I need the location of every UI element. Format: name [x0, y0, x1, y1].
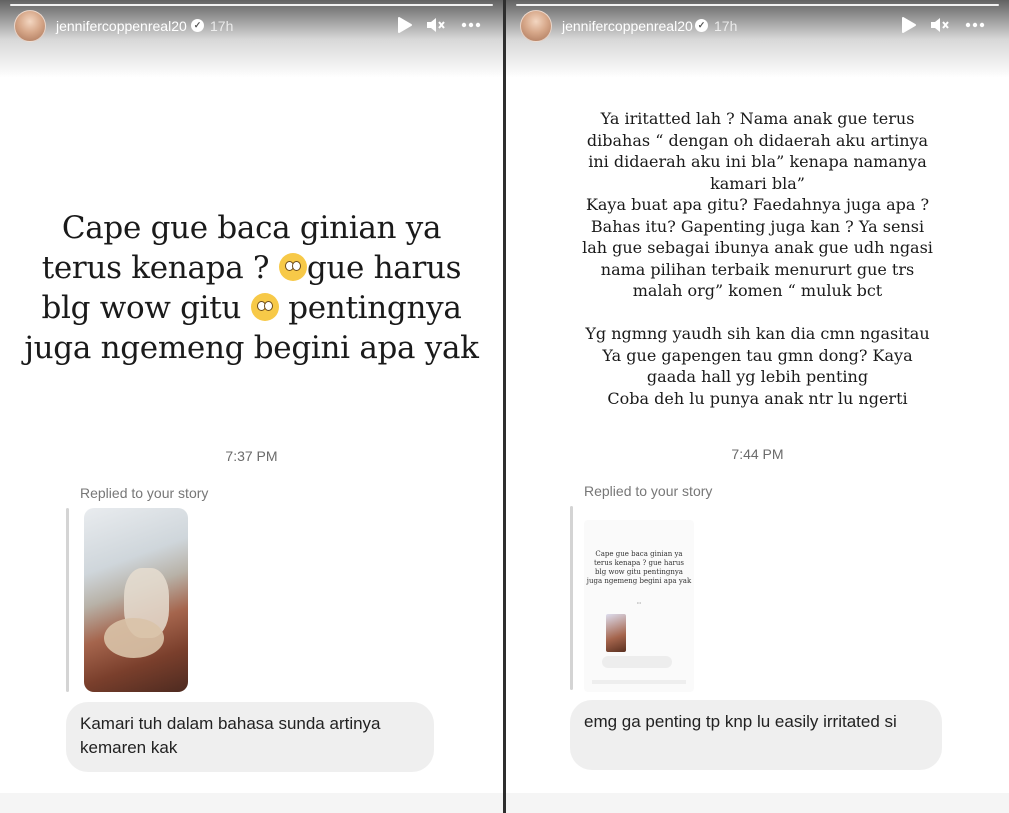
eye-roll-emoji-icon: [278, 253, 307, 281]
story-time-ago: 17h: [210, 18, 234, 34]
story-progress-bar: [516, 4, 999, 6]
story-text-line: Coba deh lu punya anak ntr lu ngerti: [607, 388, 908, 408]
story-text-line: kamari bla”: [710, 173, 805, 193]
story-panel-right: jennifercoppenreal20 ✓ 17h Ya iritatted …: [506, 0, 1009, 813]
story-text-line: Ya gue gapengen tau gmn dong? Kaya: [602, 345, 913, 365]
replied-label: Replied to your story: [584, 483, 713, 499]
verified-badge-icon: ✓: [191, 19, 204, 32]
story-text-line: gaada hall yg lebih penting: [646, 367, 869, 386]
story-text-line: Bahas itu? Gapenting juga kan ? Ya sensi: [590, 216, 925, 236]
story-header: jennifercoppenreal20 ✓ 17h: [0, 0, 503, 78]
story-footer: [0, 793, 503, 813]
story-footer: [506, 793, 1009, 813]
pleading-face-emoji-icon: [250, 293, 279, 321]
story-text-line: Ya iritatted lah ? Nama anak gue terus: [600, 109, 915, 128]
story-header: jennifercoppenreal20 ✓ 17h: [506, 0, 1009, 78]
mini-text-line: blg wow gitu pentingnya: [595, 568, 683, 576]
mini-text-line: juga ngemeng begini apa yak: [586, 577, 692, 585]
play-icon[interactable]: [897, 14, 919, 36]
mini-bubble: [602, 656, 672, 668]
story-text-line: ini didaerah aku ini bla” kenapa namanya: [588, 152, 927, 171]
mini-story-text: Cape gue baca ginian ya terus kenapa ? g…: [584, 550, 694, 586]
mini-timestamp: •••: [636, 600, 642, 605]
username[interactable]: jennifercoppenreal20: [56, 18, 187, 34]
story-text: Cape gue baca ginian ya terus kenapa ? g…: [0, 208, 503, 368]
reply-quote-bar: [570, 506, 573, 690]
story-text-line: malah org” komen “ muluk bct: [632, 281, 883, 300]
username[interactable]: jennifercoppenreal20: [562, 18, 693, 34]
story-time-ago: 17h: [714, 18, 738, 34]
story-progress-bar: [10, 4, 493, 6]
story-text-line: Kaya buat apa gitu? Faedahnya juga apa ?: [585, 195, 930, 214]
reply-message-bubble: emg ga penting tp knp lu easily irritate…: [570, 700, 942, 770]
reply-message-bubble: Kamari tuh dalam bahasa sunda artinya ke…: [66, 702, 434, 772]
story-text-line: [506, 302, 1009, 324]
story-text-line: lah gue sebagai ibunya anak gue udh ngas…: [582, 238, 933, 257]
speaker-muted-icon[interactable]: [424, 14, 446, 36]
story-text-line: nama pilihan terbaik menururt gue trs: [600, 259, 915, 279]
story-text-line: Cape gue baca ginian ya: [61, 210, 442, 246]
mini-footer: [592, 680, 686, 684]
verified-badge-icon: ✓: [695, 19, 708, 32]
mini-photo: [606, 614, 626, 652]
play-icon[interactable]: [393, 14, 415, 36]
story-text-line: juga ngemeng begini apa yak: [24, 330, 479, 366]
avatar[interactable]: [520, 10, 552, 42]
replied-label: Replied to your story: [80, 485, 209, 501]
message-timestamp: 7:37 PM: [225, 448, 278, 464]
more-options-icon[interactable]: [460, 14, 482, 36]
reply-quote-bar: [66, 508, 69, 692]
story-text: Ya iritatted lah ? Nama anak gue terus d…: [506, 108, 1009, 409]
more-options-icon[interactable]: [964, 14, 986, 36]
mini-text-line: Cape gue baca ginian ya: [595, 550, 683, 558]
story-text-line: terus kenapa ? gue harus: [41, 250, 462, 286]
message-timestamp: 7:44 PM: [731, 446, 784, 462]
story-thumbnail[interactable]: [84, 508, 188, 692]
story-text-line: blg wow gitu pentingnya: [41, 290, 462, 326]
story-panel-left: jennifercoppenreal20 ✓ 17h Cape gue baca…: [0, 0, 503, 813]
mini-text-line: terus kenapa ? gue harus: [593, 559, 685, 567]
story-text-line: Yg ngmng yaudh sih kan dia cmn ngasitau: [585, 324, 930, 343]
story-thumbnail-screenshot[interactable]: Cape gue baca ginian ya terus kenapa ? g…: [584, 520, 694, 692]
avatar[interactable]: [14, 10, 46, 42]
story-text-line: dibahas “ dengan oh didaerah aku artinya: [586, 130, 929, 150]
speaker-muted-icon[interactable]: [928, 14, 950, 36]
